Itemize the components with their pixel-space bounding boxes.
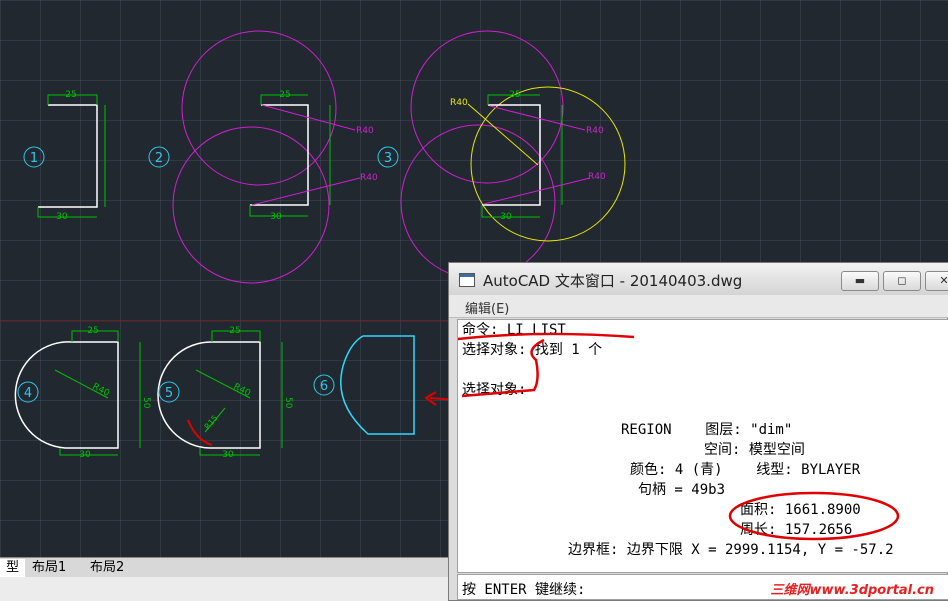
tab-layout2[interactable]: 布局2: [84, 559, 130, 577]
command-prompt: 按 ENTER 键继续:: [462, 582, 586, 598]
label-circle-5: 5: [158, 381, 180, 403]
annotation-marks: [458, 332, 900, 541]
r40-label-2b: R40: [360, 173, 378, 183]
layout-tabs: 型 布局1 布局2: [0, 557, 450, 578]
label-circle-2: 2: [148, 146, 170, 168]
window-title: AutoCAD 文本窗口 - 20140403.dwg: [483, 272, 743, 290]
command-history[interactable]: 命令: LI LIST 选择对象: 找到 1 个 选择对象: REGION 图层…: [457, 319, 948, 573]
svg-text:1: 1: [30, 151, 38, 166]
dim-30-4: 30: [79, 450, 91, 460]
window-titlebar[interactable]: AutoCAD 文本窗口 - 20140403.dwg ▬ ◻ ✕: [449, 263, 948, 295]
command-input[interactable]: 按 ENTER 键继续: 三维网www.3dportal.cn: [457, 574, 948, 600]
svg-text:5: 5: [165, 386, 173, 401]
region-6[interactable]: [340, 335, 415, 435]
dim-25-4: 25: [87, 326, 98, 336]
watermark: 三维网www.3dportal.cn: [770, 583, 934, 598]
svg-text:6: 6: [320, 379, 328, 394]
shape-3[interactable]: [400, 30, 626, 280]
dim-25-5: 25: [229, 326, 240, 336]
menu-edit[interactable]: 编辑(E): [465, 298, 509, 317]
tab-model[interactable]: 型: [0, 559, 26, 577]
tab-layout1[interactable]: 布局1: [26, 559, 72, 577]
menu-bar: 编辑(E): [449, 295, 948, 318]
text-window-icon: [459, 273, 475, 287]
r40-label-4: R40: [91, 382, 112, 399]
autocad-text-window: AutoCAD 文本窗口 - 20140403.dwg ▬ ◻ ✕ 编辑(E) …: [448, 262, 948, 601]
dim-30-3: 30: [500, 212, 512, 222]
label-circle-3: 3: [377, 146, 399, 168]
dim-25-1: 25: [65, 90, 76, 100]
shape-2[interactable]: [172, 30, 361, 284]
label-circle-6: 6: [313, 374, 335, 396]
minimize-button[interactable]: ▬: [841, 271, 879, 291]
status-bar: [0, 577, 450, 601]
label-circle-4: 4: [17, 381, 39, 403]
dim-50-4: 50: [141, 397, 151, 409]
dim-25-2: 25: [279, 90, 290, 100]
dim-30-2: 30: [270, 212, 282, 222]
r15-label-5: R15: [203, 413, 220, 431]
svg-text:3: 3: [384, 151, 392, 166]
r40-label-5: R40: [232, 382, 253, 399]
r40-label-3b: R40: [588, 172, 606, 182]
maximize-button[interactable]: ◻: [883, 271, 921, 291]
dim-30-5: 30: [222, 450, 234, 460]
svg-text:4: 4: [24, 386, 32, 401]
close-button[interactable]: ✕: [925, 271, 948, 291]
r40-label-2a: R40: [356, 126, 374, 136]
label-circle-1: 1: [23, 146, 45, 168]
dim-25-3: 25: [509, 90, 520, 100]
shape-5[interactable]: [157, 330, 283, 456]
shape-1[interactable]: [37, 94, 106, 218]
svg-text:2: 2: [155, 151, 163, 166]
shape-4[interactable]: [14, 330, 141, 456]
dim-50-5: 50: [283, 397, 293, 409]
r40-label-3y: R40: [450, 98, 468, 108]
r40-label-3a: R40: [586, 126, 604, 136]
dim-30-1: 30: [56, 212, 68, 222]
